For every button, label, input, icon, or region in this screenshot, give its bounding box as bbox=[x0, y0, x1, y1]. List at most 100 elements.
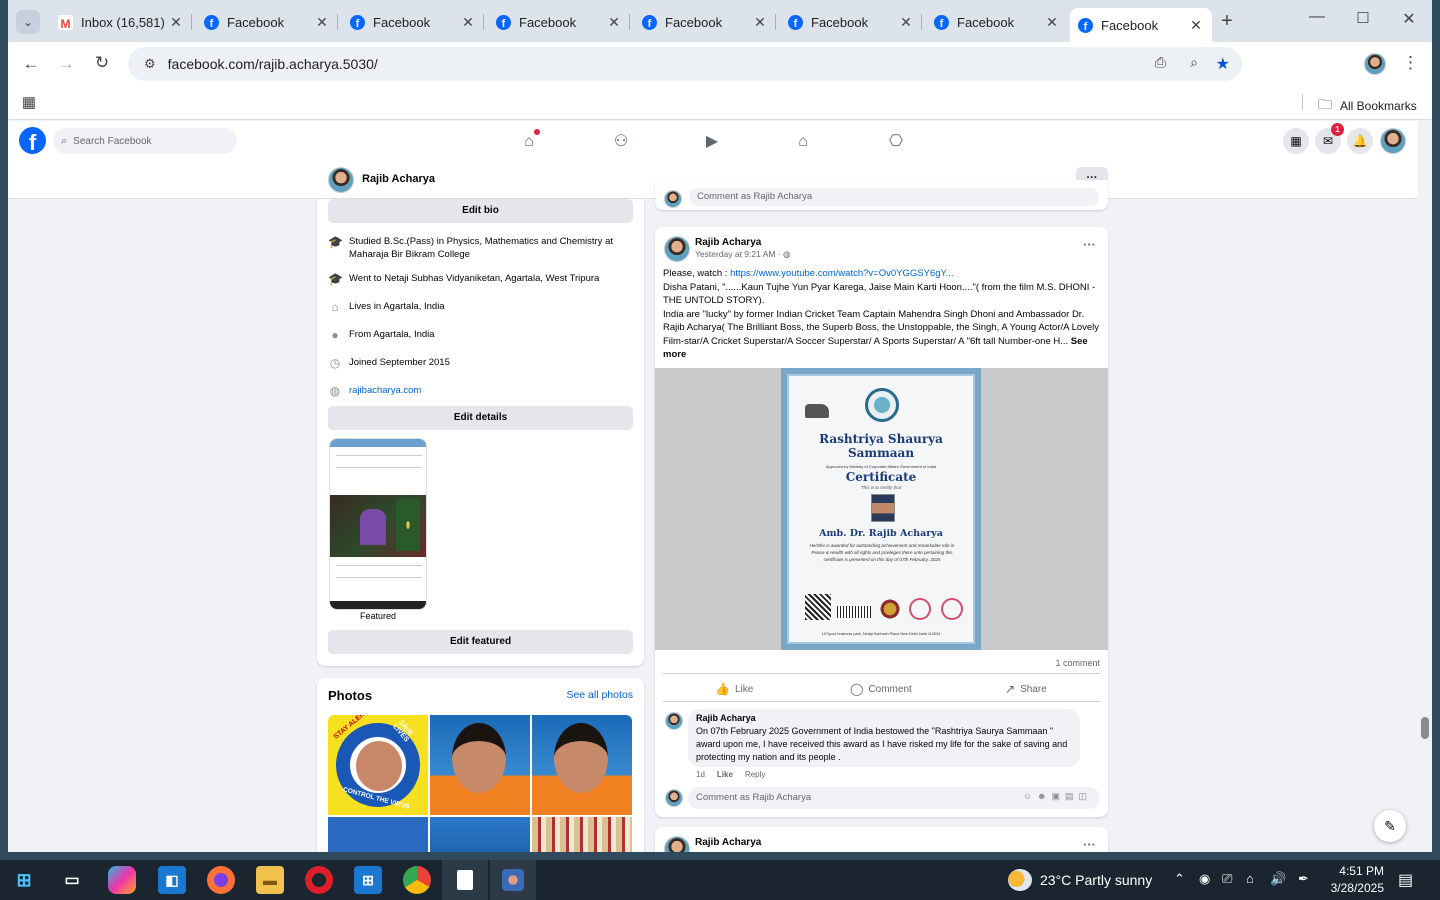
firefox-icon[interactable] bbox=[207, 866, 235, 894]
opera-icon[interactable] bbox=[305, 866, 333, 894]
post-more-icon[interactable]: ··· bbox=[1083, 837, 1096, 852]
comment-author[interactable]: Rajib Acharya bbox=[696, 713, 1072, 723]
tab-facebook[interactable]: f Facebook ✕ bbox=[926, 8, 1068, 36]
device-icon[interactable]: ⎚ bbox=[1222, 871, 1232, 887]
profile-name[interactable]: Rajib Acharya bbox=[362, 173, 435, 185]
weather-text[interactable]: 23°C Partly sunny bbox=[1040, 872, 1152, 888]
comment-button[interactable]: ◯ Comment bbox=[850, 682, 912, 696]
photo-tile[interactable] bbox=[430, 817, 530, 852]
photo-tile[interactable] bbox=[532, 817, 632, 852]
windows-start-icon[interactable]: ⊞ bbox=[10, 866, 38, 894]
edit-details-button[interactable]: Edit details bbox=[328, 406, 633, 430]
tab-facebook-active[interactable]: f Facebook ✕ bbox=[1070, 8, 1212, 42]
post-author-avatar[interactable] bbox=[664, 236, 690, 262]
notifications-bell-icon[interactable]: 🔔 bbox=[1347, 128, 1373, 154]
messenger-icon[interactable]: ✉ 1 bbox=[1315, 123, 1344, 154]
forward-icon[interactable]: → bbox=[55, 54, 77, 74]
close-icon[interactable]: ✕ bbox=[606, 14, 622, 31]
next-post-author[interactable]: Rajib Acharya bbox=[695, 837, 761, 848]
chrome-icon[interactable] bbox=[403, 866, 431, 894]
close-icon[interactable]: ✕ bbox=[168, 14, 184, 31]
page-scrollbar-thumb[interactable] bbox=[1421, 717, 1429, 739]
volume-icon[interactable]: 🔊 bbox=[1270, 871, 1286, 887]
watch-icon[interactable]: ▶ bbox=[703, 133, 721, 151]
apps-grid-icon[interactable]: ▦ bbox=[20, 93, 38, 111]
post-more-icon[interactable]: ··· bbox=[1083, 237, 1096, 252]
friends-icon[interactable]: ⚇ bbox=[612, 133, 630, 151]
comment-like-link[interactable]: Like bbox=[717, 770, 733, 779]
reload-icon[interactable]: ↻ bbox=[91, 53, 113, 73]
window-close-icon[interactable]: ✕ bbox=[1398, 9, 1420, 29]
back-icon[interactable]: ← bbox=[20, 54, 42, 74]
share-button[interactable]: ↗ Share bbox=[1005, 682, 1047, 696]
search-facebook-input[interactable]: ⌕ Search Facebook bbox=[53, 128, 237, 154]
comment-input[interactable]: Comment as Rajib Acharya ☺☻▣▤◫ bbox=[688, 787, 1100, 809]
close-icon[interactable]: ✕ bbox=[314, 14, 330, 31]
edit-featured-button[interactable]: Edit featured bbox=[328, 630, 633, 654]
network-icon[interactable]: ⌂ bbox=[1246, 871, 1254, 886]
bookmark-star-icon[interactable]: ★ bbox=[1216, 54, 1230, 74]
zoom-icon[interactable]: ⌕ bbox=[1190, 54, 1198, 71]
featured-thumbnail[interactable] bbox=[329, 438, 427, 610]
edit-bio-button[interactable]: Edit bio bbox=[328, 199, 633, 223]
account-avatar[interactable] bbox=[1380, 128, 1406, 154]
post-youtube-link[interactable]: https://www.youtube.com/watch?v=Ov0YGGSY… bbox=[730, 268, 953, 279]
task-view-icon[interactable]: ▭ bbox=[58, 866, 86, 894]
clock[interactable]: 4:51 PM 3/28/2025 bbox=[1326, 863, 1384, 897]
photo-tile[interactable] bbox=[532, 715, 632, 815]
facebook-logo-icon[interactable]: f bbox=[19, 127, 46, 154]
url-text[interactable]: facebook.com/rajib.acharya.5030/ bbox=[168, 56, 378, 72]
photo-viewer-taskbar-button[interactable] bbox=[490, 860, 536, 900]
photo-tile[interactable] bbox=[328, 817, 428, 852]
see-all-photos-link[interactable]: See all photos bbox=[566, 689, 633, 701]
website-link[interactable]: rajibacharya.com bbox=[349, 384, 421, 398]
close-icon[interactable]: ✕ bbox=[460, 14, 476, 31]
tab-facebook[interactable]: f Facebook ✕ bbox=[196, 8, 338, 36]
marketplace-icon[interactable]: ⌂ bbox=[794, 133, 812, 151]
tab-search-chevron-icon[interactable]: ⌄ bbox=[16, 10, 40, 34]
weather-partly-sunny-icon[interactable] bbox=[1008, 869, 1032, 891]
maximize-icon[interactable]: ☐ bbox=[1352, 9, 1374, 27]
previous-comment-input[interactable]: Comment as Rajib Acharya bbox=[689, 188, 1099, 206]
all-bookmarks-button[interactable]: 🗀 All Bookmarks bbox=[1318, 94, 1417, 118]
record-icon[interactable]: ◉ bbox=[1199, 871, 1210, 887]
home-icon[interactable]: ⌂ bbox=[520, 129, 540, 151]
browser-profile-avatar[interactable] bbox=[1364, 53, 1386, 75]
comment-author-avatar[interactable] bbox=[665, 712, 683, 730]
close-icon[interactable]: ✕ bbox=[1188, 17, 1204, 34]
page-scrollbar-track[interactable] bbox=[1418, 199, 1432, 852]
close-icon[interactable]: ✕ bbox=[898, 14, 914, 31]
photo-tile[interactable] bbox=[430, 715, 530, 815]
notification-center-icon[interactable]: ▤ bbox=[1398, 870, 1413, 890]
address-bar[interactable]: ⚙ facebook.com/rajib.acharya.5030/ ★ ⌕ ⎙ bbox=[128, 47, 1242, 81]
notepad-taskbar-button[interactable] bbox=[442, 860, 488, 900]
new-message-icon[interactable]: ✎ bbox=[1374, 810, 1406, 842]
show-hidden-icons-icon[interactable]: ⌃ bbox=[1174, 871, 1185, 887]
photo-tile[interactable]: STAY ALERT SAVE LIVES CONTROL THE VIRUS bbox=[328, 715, 428, 815]
tab-facebook[interactable]: f Facebook ✕ bbox=[342, 8, 484, 36]
like-button[interactable]: 👍 Like bbox=[715, 682, 753, 696]
post-image[interactable]: Rashtriya Shaurya Sammaan Approved by Mi… bbox=[655, 368, 1108, 650]
tab-gmail[interactable]: M Inbox (16,581) ✕ bbox=[50, 8, 192, 36]
site-settings-icon[interactable]: ⚙ bbox=[144, 56, 156, 72]
comment-count[interactable]: 1 comment bbox=[1055, 658, 1100, 668]
file-explorer-icon[interactable]: ▬ bbox=[256, 866, 284, 894]
copilot-icon[interactable] bbox=[108, 866, 136, 894]
new-tab-icon[interactable]: + bbox=[1216, 10, 1238, 33]
close-icon[interactable]: ✕ bbox=[1044, 14, 1060, 31]
comment-reply-link[interactable]: Reply bbox=[745, 770, 765, 779]
profile-avatar[interactable] bbox=[328, 167, 354, 193]
post-timestamp[interactable]: Yesterday at 9:21 AM · ◍ bbox=[695, 249, 790, 260]
microsoft-store-icon[interactable]: ⊞ bbox=[354, 866, 382, 894]
menu-grid-icon[interactable]: ▦ bbox=[1283, 128, 1309, 154]
store-app-icon[interactable]: ◧ bbox=[158, 866, 186, 894]
tab-facebook[interactable]: f Facebook ✕ bbox=[488, 8, 630, 36]
browser-menu-icon[interactable]: ⋮ bbox=[1402, 53, 1419, 73]
minimize-icon[interactable]: — bbox=[1306, 8, 1328, 26]
tab-facebook[interactable]: f Facebook ✕ bbox=[634, 8, 776, 36]
post-author[interactable]: Rajib Acharya bbox=[695, 237, 761, 248]
tab-facebook[interactable]: f Facebook ✕ bbox=[780, 8, 922, 36]
post-author-avatar[interactable] bbox=[664, 836, 690, 852]
gaming-icon[interactable]: ⎔ bbox=[887, 133, 905, 151]
close-icon[interactable]: ✕ bbox=[752, 14, 768, 31]
